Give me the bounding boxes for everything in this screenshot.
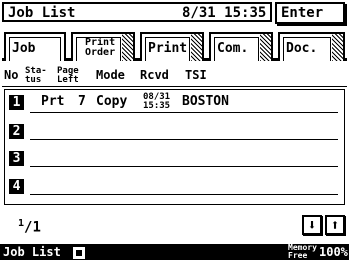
- tab-print-order-label: Print Order: [85, 37, 116, 58]
- row-mode: Copy: [96, 94, 128, 109]
- document-icon: [72, 246, 86, 260]
- scroll-down-button[interactable]: ⬇: [302, 215, 322, 235]
- row-underline: [30, 112, 338, 113]
- enter-button[interactable]: Enter: [275, 2, 345, 24]
- tab-print-label: Print: [148, 41, 188, 56]
- memory-value: 100%: [319, 245, 348, 259]
- row-underline: [30, 194, 338, 195]
- tab-doc[interactable]: Doc.: [278, 32, 345, 61]
- row-number: 4: [9, 179, 24, 194]
- col-no: No: [4, 68, 19, 82]
- arrow-down-icon: ⬇: [307, 216, 317, 234]
- page-indicator: 1/1: [18, 218, 41, 236]
- time-text: 15:35: [224, 5, 267, 21]
- screen-title: Job List: [8, 5, 76, 21]
- col-page-left: Page Left: [57, 66, 79, 85]
- memory-label: Memory Free: [288, 243, 317, 260]
- tab-com-label: Com.: [217, 41, 249, 56]
- row-tsi: BOSTON: [182, 94, 229, 109]
- job-list-screen: Job List 8/31 15:35 Enter Job Print Orde…: [0, 0, 349, 260]
- row-underline: [30, 166, 338, 167]
- tab-doc-label: Doc.: [286, 41, 318, 56]
- tab-job-label: Job: [12, 41, 36, 56]
- col-rcvd: Rcvd: [140, 68, 169, 82]
- col-mode: Mode: [96, 68, 125, 82]
- row-number: 2: [9, 124, 24, 139]
- tab-com[interactable]: Com.: [209, 32, 273, 61]
- date-text: 8/31: [182, 5, 216, 21]
- header-divider: [2, 86, 347, 87]
- row-rcvd: 08/31 15:35: [143, 92, 171, 111]
- scroll-up-button[interactable]: ⬆: [325, 215, 345, 235]
- tab-print[interactable]: Print: [140, 32, 204, 61]
- status-bar: Job List Memory Free 100%: [0, 244, 349, 260]
- tab-job[interactable]: Job: [4, 32, 66, 61]
- title-bar: Job List 8/31 15:35: [2, 2, 272, 22]
- row-number: 1: [9, 95, 24, 110]
- col-tsi: TSI: [185, 68, 207, 82]
- row-underline: [30, 139, 338, 140]
- col-status: Sta- tus: [25, 66, 47, 85]
- date-time: 8/31 15:35: [182, 5, 266, 21]
- row-page-left: 7: [78, 94, 86, 109]
- row-status: Prt: [41, 94, 65, 109]
- tab-print-order[interactable]: Print Order: [71, 32, 135, 61]
- row-number: 3: [9, 151, 24, 166]
- status-mode: Job List: [3, 245, 61, 259]
- arrow-up-icon: ⬆: [330, 216, 340, 234]
